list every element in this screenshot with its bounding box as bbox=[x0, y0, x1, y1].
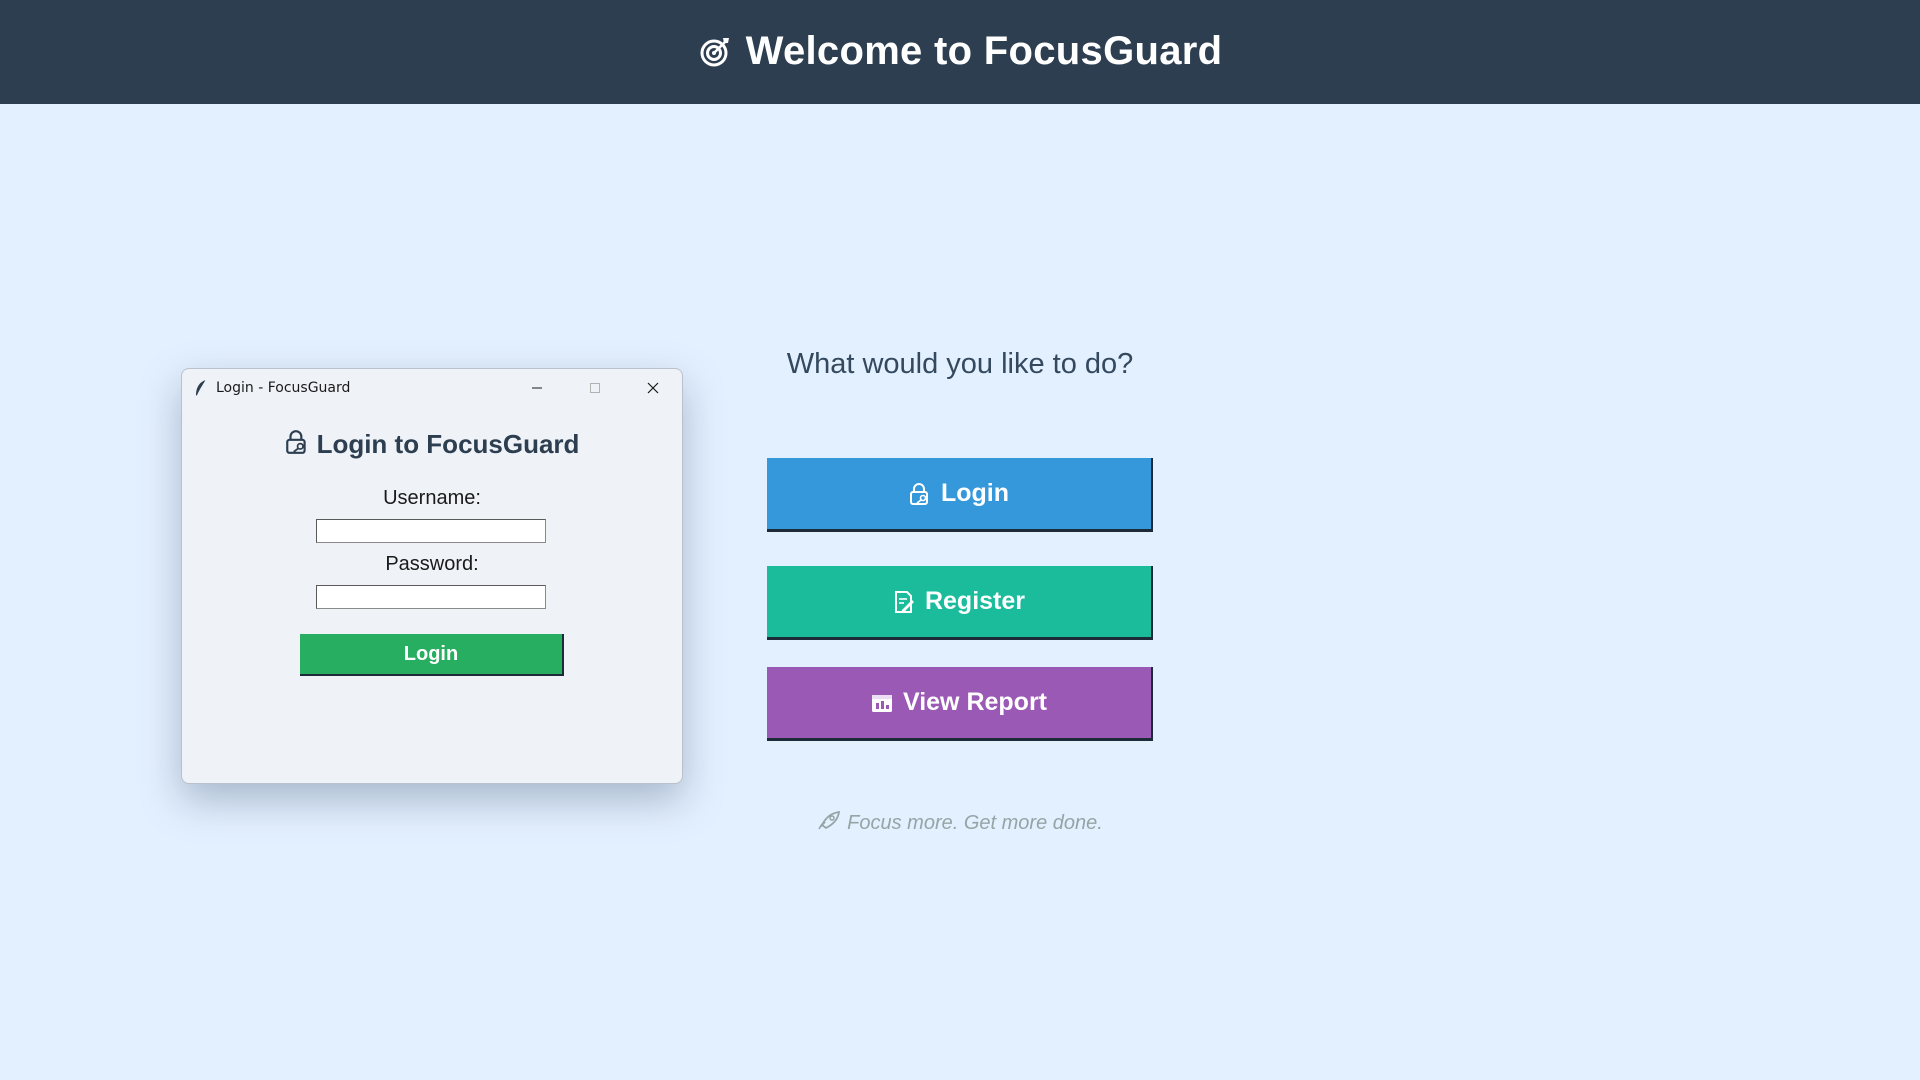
dialog-heading: Login to FocusGuard bbox=[182, 429, 682, 460]
dialog-titlebar[interactable]: Login - FocusGuard bbox=[182, 369, 682, 407]
minimize-icon bbox=[532, 387, 542, 389]
header-content: Welcome to FocusGuard bbox=[698, 29, 1223, 74]
maximize-icon bbox=[590, 383, 600, 393]
close-icon bbox=[647, 382, 659, 394]
page-title: Welcome to FocusGuard bbox=[745, 28, 1223, 73]
tagline-text: Focus more. Get more done. bbox=[847, 811, 1103, 834]
maximize-button[interactable] bbox=[566, 369, 624, 407]
close-button[interactable] bbox=[624, 369, 682, 407]
password-field[interactable] bbox=[316, 585, 546, 609]
password-label: Password: bbox=[385, 553, 479, 575]
lock-key-icon bbox=[909, 482, 931, 506]
memo-icon bbox=[893, 590, 915, 614]
login-button[interactable]: Login bbox=[767, 458, 1153, 532]
feather-icon bbox=[194, 379, 208, 397]
username-label: Username: bbox=[383, 487, 481, 509]
app-header: Welcome to FocusGuard bbox=[0, 0, 1920, 104]
action-prompt: What would you like to do? bbox=[786, 348, 1134, 380]
login-button-label: Login bbox=[940, 479, 1010, 507]
rocket-icon bbox=[817, 810, 841, 836]
view-report-button-label: View Report bbox=[902, 688, 1048, 716]
chart-icon bbox=[871, 692, 893, 714]
dialog-window-title: Login - FocusGuard bbox=[216, 380, 351, 396]
login-dialog: Login - FocusGuard Login to FocusGuard U… bbox=[181, 368, 683, 784]
target-icon bbox=[698, 34, 732, 68]
view-report-button[interactable]: View Report bbox=[767, 667, 1153, 741]
register-button-label: Register bbox=[924, 587, 1026, 615]
minimize-button[interactable] bbox=[508, 369, 566, 407]
username-field[interactable] bbox=[316, 519, 546, 543]
tagline: Focus more. Get more done. bbox=[760, 810, 1160, 836]
dialog-heading-text: Login to FocusGuard bbox=[316, 429, 580, 459]
lock-key-icon bbox=[285, 429, 309, 460]
dialog-login-button[interactable]: Login bbox=[300, 634, 564, 676]
register-button[interactable]: Register bbox=[767, 566, 1153, 640]
